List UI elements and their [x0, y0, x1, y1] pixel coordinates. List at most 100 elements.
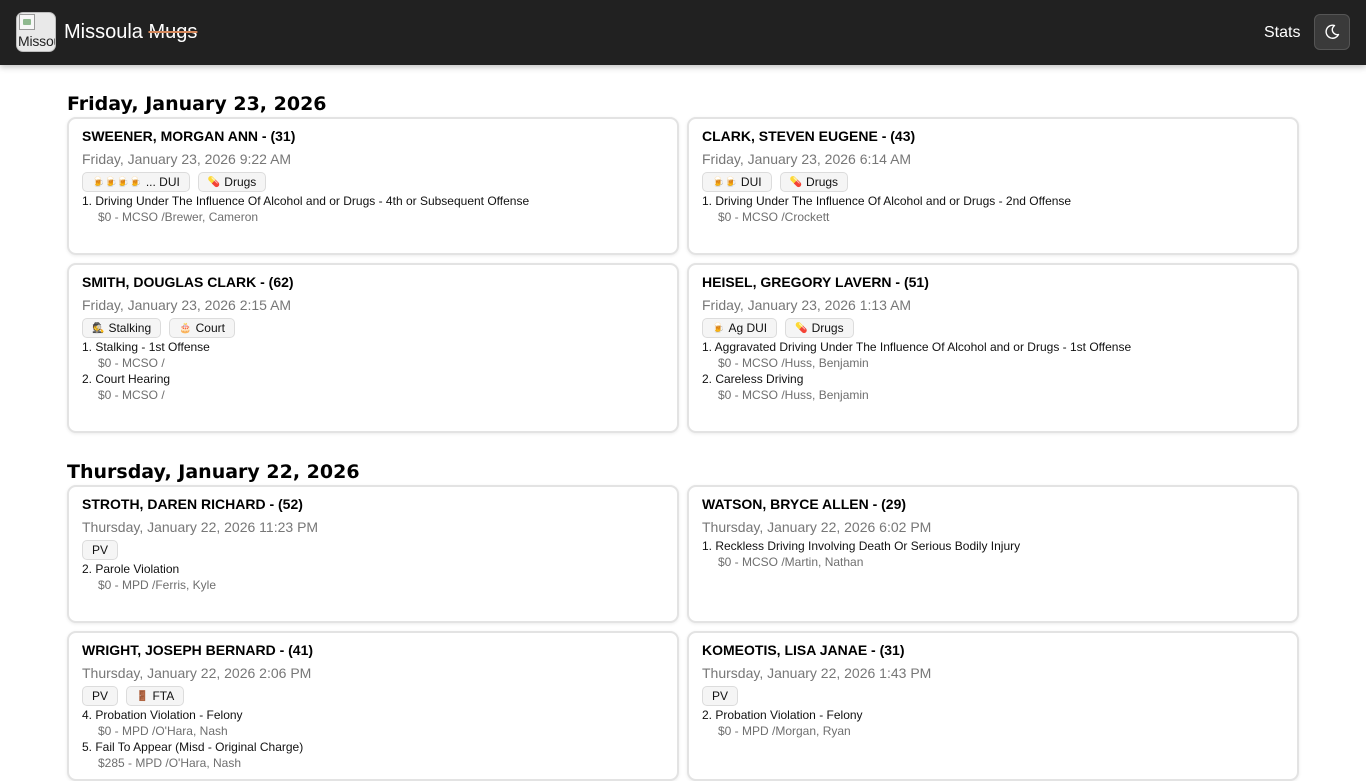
booking-time: Friday, January 23, 2026 1:13 AM: [702, 297, 912, 313]
badge-label: Drugs: [811, 321, 844, 335]
charge-detail: $0 - MCSO /: [98, 356, 165, 370]
inmate-name: SMITH, DOUGLAS CLARK - (62): [82, 274, 294, 290]
charge-badge: PV: [702, 686, 739, 706]
charge-detail: $0 - MPD /Morgan, Ryan: [718, 724, 851, 738]
charge-item: 2. Probation Violation - Felony: [702, 708, 863, 722]
charge-list: 4. Probation Violation - Felony $0 - MPD…: [82, 707, 664, 771]
arrest-card[interactable]: HEISEL, GREGORY LAVERN - (51) Friday, Ja…: [687, 263, 1299, 433]
brand-title-struck: Mugs: [148, 21, 198, 43]
badge-label: Drugs: [806, 175, 839, 189]
top-navbar: Missoula Missoula Mugs Stats: [0, 0, 1366, 65]
pill-icon: 💊: [789, 176, 803, 188]
charge-badges: PV 🚪 FTA: [82, 686, 664, 706]
beer-icon: 🍺🍺: [712, 176, 737, 188]
arrest-card[interactable]: SWEENER, MORGAN ANN - (31) Friday, Janua…: [67, 117, 679, 255]
theme-toggle-button[interactable]: [1314, 14, 1350, 50]
arrest-card[interactable]: STROTH, DAREN RICHARD - (52) Thursday, J…: [67, 485, 679, 623]
booking-time: Thursday, January 22, 2026 11:23 PM: [82, 519, 319, 535]
badge-label: DUI: [740, 175, 762, 189]
charge-list: 1. Reckless Driving Involving Death Or S…: [702, 538, 1284, 570]
charge-badges: PV: [702, 686, 1284, 706]
broken-image-icon: [19, 14, 35, 30]
charge-detail: $0 - MCSO /: [98, 388, 165, 402]
charge-item: 1. Aggravated Driving Under The Influenc…: [702, 340, 1132, 354]
charge-item: 2. Parole Violation: [82, 562, 180, 576]
detective-icon: 🕵: [92, 322, 105, 334]
charge-badges: 🍺🍺 DUI 💊 Drugs: [702, 172, 1284, 192]
charge-list: 2. Probation Violation - Felony $0 - MPD…: [702, 707, 1284, 739]
beer-icon: 🍺: [712, 322, 725, 334]
inmate-name: KOMEOTIS, LISA JANAE - (31): [702, 642, 905, 658]
charge-badge: 🍺🍺🍺🍺... DUI: [82, 172, 190, 192]
charge-item: 1. Reckless Driving Involving Death Or S…: [702, 539, 1021, 553]
booking-time: Friday, January 23, 2026 2:15 AM: [82, 297, 292, 313]
logo-alt-text: Missoula: [18, 33, 55, 49]
arrest-card[interactable]: WRIGHT, JOSEPH BERNARD - (41) Thursday, …: [67, 631, 679, 781]
charge-badges: 🍺🍺🍺🍺... DUI 💊 Drugs: [82, 172, 664, 192]
charge-badge: 💊 Drugs: [779, 172, 849, 192]
stats-link[interactable]: Stats: [1264, 23, 1300, 43]
badge-label: Drugs: [224, 175, 257, 189]
charge-item: 1. Stalking - 1st Offense: [82, 340, 210, 354]
inmate-name: STROTH, DAREN RICHARD - (52): [82, 496, 303, 512]
booking-time: Thursday, January 22, 2026 6:02 PM: [702, 519, 932, 535]
charge-badge: 🍺🍺 DUI: [702, 172, 772, 192]
inmate-name: SWEENER, MORGAN ANN - (31): [82, 128, 296, 144]
charge-detail: $0 - MPD /Ferris, Kyle: [98, 578, 217, 592]
moon-icon: [1325, 24, 1340, 39]
day-heading: Friday, January 23, 2026: [67, 93, 327, 115]
charge-badge: PV: [82, 540, 119, 560]
charge-badges: 🕵 Stalking 🎂 Court: [82, 318, 664, 338]
charge-badges: PV: [82, 540, 664, 560]
charge-list: 1. Stalking - 1st Offense $0 - MCSO / 2.…: [82, 339, 664, 403]
badge-label: PV: [92, 689, 109, 703]
charge-item: 5. Fail To Appear (Misd - Original Charg…: [82, 740, 304, 754]
day-heading: Thursday, January 22, 2026: [67, 461, 360, 483]
arrest-card[interactable]: SMITH, DOUGLAS CLARK - (62) Friday, Janu…: [67, 263, 679, 433]
charge-detail: $285 - MPD /O'Hara, Nash: [98, 756, 242, 770]
charge-item: 1. Driving Under The Influence Of Alcoho…: [702, 194, 1072, 208]
badge-label: Ag DUI: [728, 321, 768, 335]
charge-badge: PV: [82, 686, 119, 706]
charge-list: 1. Driving Under The Influence Of Alcoho…: [82, 193, 664, 225]
inmate-name: WATSON, BRYCE ALLEN - (29): [702, 496, 907, 512]
charge-badge: 💊 Drugs: [785, 318, 854, 338]
arrest-card[interactable]: KOMEOTIS, LISA JANAE - (31) Thursday, Ja…: [687, 631, 1299, 781]
brand-title[interactable]: Missoula Mugs: [64, 20, 197, 44]
charge-badge: 💊 Drugs: [197, 172, 267, 192]
arrest-card[interactable]: WATSON, BRYCE ALLEN - (29) Thursday, Jan…: [687, 485, 1299, 623]
charge-badges: 🍺 Ag DUI 💊 Drugs: [702, 318, 1284, 338]
pill-icon: 💊: [207, 176, 221, 188]
beer-icon: 🍺🍺🍺🍺: [92, 176, 142, 188]
badge-label: PV: [92, 543, 109, 557]
inmate-name: WRIGHT, JOSEPH BERNARD - (41): [82, 642, 314, 658]
booking-time: Thursday, January 22, 2026 1:43 PM: [702, 665, 932, 681]
charge-item: 4. Probation Violation - Felony: [82, 708, 243, 722]
charge-list: 1. Aggravated Driving Under The Influenc…: [702, 339, 1284, 403]
charge-detail: $0 - MCSO /Huss, Benjamin: [718, 356, 869, 370]
inmate-name: CLARK, STEVEN EUGENE - (43): [702, 128, 916, 144]
charge-detail: $0 - MPD /O'Hara, Nash: [98, 724, 228, 738]
logo-image[interactable]: Missoula: [16, 12, 56, 52]
charge-badge: 🕵 Stalking: [82, 318, 162, 338]
charge-item: 1. Driving Under The Influence Of Alcoho…: [82, 194, 530, 208]
booking-time: Thursday, January 22, 2026 2:06 PM: [82, 665, 312, 681]
badge-label: Stalking: [108, 321, 152, 335]
cake-icon: 🎂: [179, 322, 192, 334]
badge-label: Court: [195, 321, 225, 335]
charge-badge: 🚪 FTA: [126, 686, 185, 706]
charge-detail: $0 - MCSO /Martin, Nathan: [718, 555, 864, 569]
badge-label: ... DUI: [145, 175, 180, 189]
charge-detail: $0 - MCSO /Huss, Benjamin: [718, 388, 869, 402]
charge-list: 2. Parole Violation $0 - MPD /Ferris, Ky…: [82, 561, 664, 593]
charge-badge: 🍺 Ag DUI: [702, 318, 778, 338]
charge-badge: 🎂 Court: [169, 318, 235, 338]
booking-time: Friday, January 23, 2026 6:14 AM: [702, 151, 912, 167]
door-icon: 🚪: [136, 690, 149, 702]
arrest-card[interactable]: CLARK, STEVEN EUGENE - (43) Friday, Janu…: [687, 117, 1299, 255]
charge-item: 2. Careless Driving: [702, 372, 804, 386]
charge-detail: $0 - MCSO /Brewer, Cameron: [98, 210, 259, 224]
charge-item: 2. Court Hearing: [82, 372, 171, 386]
inmate-name: HEISEL, GREGORY LAVERN - (51): [702, 274, 929, 290]
brand-title-left: Missoula: [64, 21, 143, 43]
